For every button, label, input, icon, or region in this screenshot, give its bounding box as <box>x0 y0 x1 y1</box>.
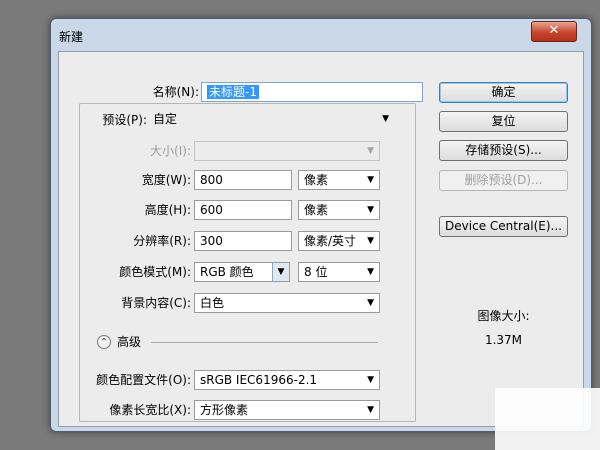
color-profile-dropdown[interactable]: sRGB IEC61966-2.1 ▼ <box>194 370 380 390</box>
background-label: 背景内容(C): <box>121 296 191 310</box>
dropdown-arrow-icon: ▼ <box>367 267 374 277</box>
pixel-aspect-value: 方形像素 <box>200 403 249 417</box>
height-input[interactable]: 600 <box>194 200 292 220</box>
color-mode-dropdown[interactable]: RGB 颜色 ▼ <box>194 262 290 282</box>
title-bar[interactable]: 新建 ✕ <box>51 19 591 51</box>
dropdown-arrow-icon: ▼ <box>367 236 374 246</box>
delete-preset-button[interactable]: 删除预设(D)... <box>439 170 568 191</box>
width-input[interactable]: 800 <box>194 170 292 190</box>
dropdown-arrow-icon: ▼ <box>272 263 289 281</box>
resolution-label: 分辨率(R): <box>133 234 191 248</box>
width-value: 800 <box>200 173 223 187</box>
height-unit-value: 像素 <box>304 203 329 217</box>
dropdown-arrow-icon: ▼ <box>367 205 374 215</box>
preset-dropdown[interactable]: 自定 ▼ <box>148 110 394 130</box>
preset-value: 自定 <box>153 112 178 126</box>
background-dropdown[interactable]: 白色 ▼ <box>194 293 380 313</box>
size-dropdown[interactable]: ▼ <box>194 141 380 161</box>
bit-depth-dropdown[interactable]: 8 位 ▼ <box>298 262 380 282</box>
device-central-button[interactable]: Device Central(E)... <box>439 216 568 237</box>
width-unit-dropdown[interactable]: 像素 ▼ <box>298 170 380 190</box>
watermark-overlay <box>495 388 600 450</box>
collapse-icon: ⌃ <box>100 337 108 346</box>
color-mode-value: RGB 颜色 <box>200 265 254 279</box>
close-icon: ✕ <box>548 23 560 38</box>
dialog-body: 名称(N): 未标题-1 预设(P): 自定 ▼ 大小(I): ▼ 宽度(W):… <box>58 51 584 427</box>
size-label: 大小(I): <box>150 144 191 158</box>
save-preset-button[interactable]: 存储预设(S)... <box>439 140 568 161</box>
name-value: 未标题-1 <box>207 85 259 99</box>
pixel-aspect-label: 像素长宽比(X): <box>109 403 191 417</box>
resolution-input[interactable]: 300 <box>194 231 292 251</box>
resolution-unit-value: 像素/英寸 <box>304 234 357 248</box>
width-label: 宽度(W): <box>141 173 191 187</box>
reset-button[interactable]: 复位 <box>439 111 568 132</box>
image-size-value: 1.37M <box>484 333 523 347</box>
dropdown-arrow-icon: ▼ <box>367 375 374 385</box>
width-unit-value: 像素 <box>304 173 329 187</box>
resolution-unit-dropdown[interactable]: 像素/英寸 ▼ <box>298 231 380 251</box>
image-size-label: 图像大小: <box>477 309 530 323</box>
advanced-toggle-button[interactable]: ⌃ <box>97 335 111 349</box>
dropdown-arrow-icon: ▼ <box>367 405 374 415</box>
color-mode-label: 颜色模式(M): <box>119 265 191 279</box>
advanced-divider <box>151 342 378 343</box>
dropdown-arrow-icon: ▼ <box>382 114 389 124</box>
preset-label: 预设(P): <box>102 113 147 127</box>
color-profile-label: 颜色配置文件(O): <box>96 373 191 387</box>
height-label: 高度(H): <box>144 203 191 217</box>
dropdown-arrow-icon: ▼ <box>367 298 374 308</box>
ok-button[interactable]: 确定 <box>439 82 568 103</box>
new-document-dialog: 新建 ✕ 名称(N): 未标题-1 预设(P): 自定 ▼ 大小(I): ▼ 宽… <box>50 18 592 432</box>
resolution-value: 300 <box>200 234 223 248</box>
name-label: 名称(N): <box>152 85 199 99</box>
height-value: 600 <box>200 203 223 217</box>
name-input[interactable]: 未标题-1 <box>201 82 423 102</box>
bit-depth-value: 8 位 <box>304 265 328 279</box>
advanced-label: 高级 <box>117 335 142 349</box>
dropdown-arrow-icon: ▼ <box>367 175 374 185</box>
dialog-title: 新建 <box>59 30 84 44</box>
dropdown-arrow-icon: ▼ <box>367 146 374 156</box>
color-profile-value: sRGB IEC61966-2.1 <box>200 373 318 387</box>
pixel-aspect-dropdown[interactable]: 方形像素 ▼ <box>194 400 380 420</box>
close-button[interactable]: ✕ <box>531 21 577 42</box>
background-value: 白色 <box>200 296 225 310</box>
height-unit-dropdown[interactable]: 像素 ▼ <box>298 200 380 220</box>
